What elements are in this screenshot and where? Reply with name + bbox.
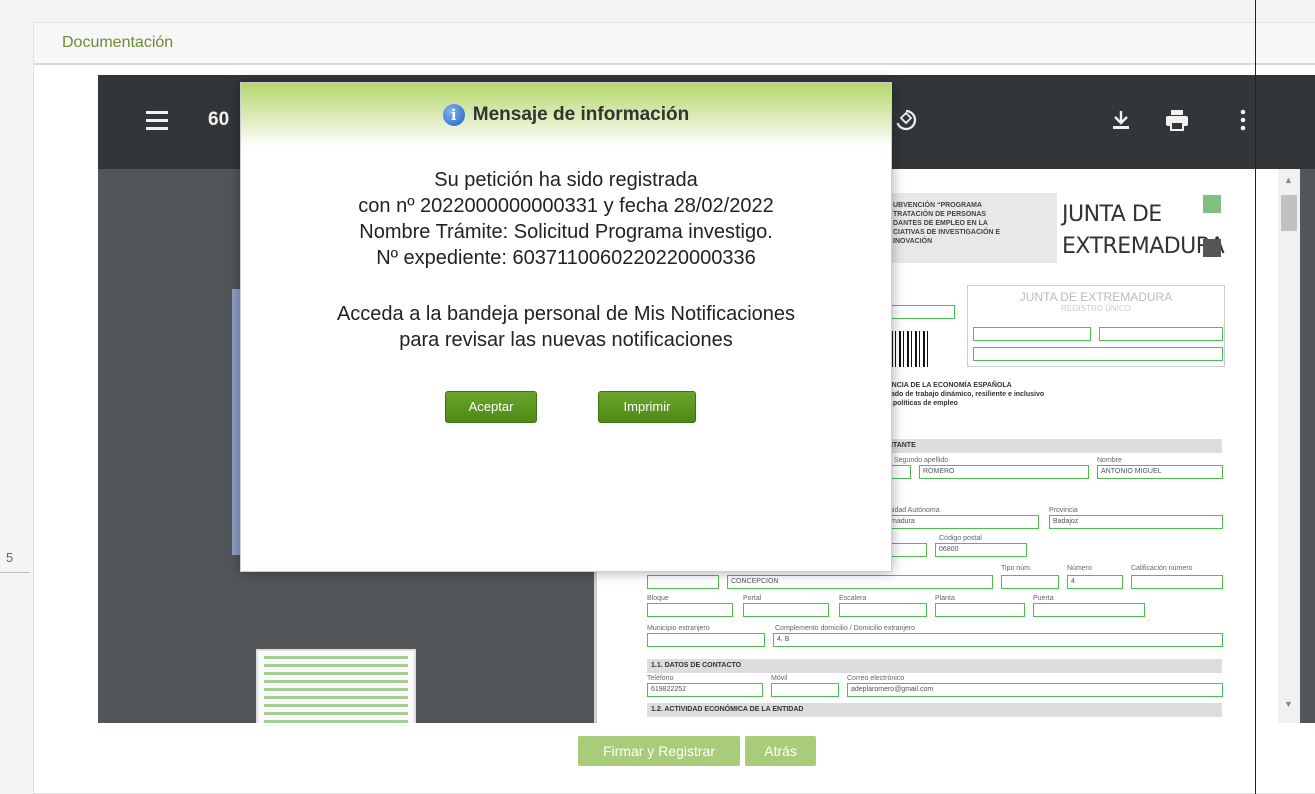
second-surname-field: ROMERO [919, 465, 1089, 479]
name-field: ANTONIO MIGUEL [1097, 465, 1223, 479]
field-label: Portal [743, 595, 762, 602]
form-field [647, 575, 719, 589]
panel-title: Documentación [62, 34, 174, 51]
junta-logo: JUNTA DE EXTREMADURA [1062, 199, 1225, 263]
field-label: Provincia [1049, 507, 1078, 514]
dialog-header: i Mensaje de información [241, 83, 891, 147]
field-label: Puerta [1033, 595, 1054, 602]
registry-field [973, 347, 1223, 361]
field-label: Bloque [647, 595, 669, 602]
section-solicitante: ITANTE [887, 439, 1222, 453]
header-line: DANTES DE EMPLEO EN LA [893, 220, 988, 227]
print-button[interactable]: Imprimir [598, 391, 696, 423]
field-label: Escalera [839, 595, 867, 602]
form-field [935, 603, 1025, 617]
field-label: Complemento domicilio / Domicilio extran… [775, 625, 916, 632]
economy-line: cado de trabajo dinámico, resiliente e i… [887, 391, 1045, 398]
phone-field: 619822252 [647, 683, 763, 697]
economy-text: ENCIA DE LA ECONOMÍA ESPAÑOLA cado de tr… [887, 381, 1044, 408]
rotate-icon[interactable] [893, 107, 919, 137]
thumbnail-page[interactable] [256, 649, 416, 723]
form-field [1033, 603, 1145, 617]
menu-icon[interactable] [144, 109, 170, 135]
field-label: Móvil [771, 675, 788, 682]
more-vert-icon[interactable] [1239, 109, 1247, 135]
scroll-up-icon[interactable]: ▲ [1284, 175, 1293, 185]
section-actividad: 1.2. ACTIVIDAD ECONÓMICA DE LA ENTIDAD [647, 703, 1222, 717]
registry-subtitle: REGISTRO ÚNICO [1061, 304, 1131, 313]
back-button[interactable]: Atrás [745, 736, 816, 766]
form-field [647, 633, 765, 647]
registry-field [1099, 327, 1223, 341]
print-icon[interactable] [1165, 109, 1189, 135]
mobile-field [771, 683, 839, 697]
field-label: Correo electrónico [847, 675, 905, 682]
field-label: Calificación número [1131, 565, 1193, 572]
field-label: Código postal [939, 535, 982, 542]
form-field [839, 603, 927, 617]
number-field: 4 [1067, 575, 1123, 589]
left-edge-mark: 5 [6, 550, 14, 565]
logo-line-2: EXTREMADURA [1062, 234, 1225, 259]
dialog-message-line: Acceda a la bandeja personal de Mis Noti… [336, 303, 796, 325]
dialog-message-line: para revisar las nuevas notificaciones [399, 329, 733, 351]
header-line: TRATACIÓN DE PERSONAS [893, 211, 987, 218]
email-field: adeplaromero@gmail.com [847, 683, 1223, 697]
dialog-message-line: Nombre Trámite: Solicitud Programa inves… [359, 221, 773, 243]
barcode [891, 331, 931, 367]
page: 5 Documentación 60 UBVENCIÓN “PROGRAMA T… [0, 0, 1315, 794]
form-field [887, 543, 927, 557]
logo-line-1: JUNTA DE [1062, 202, 1162, 227]
document-header-box: UBVENCIÓN “PROGRAMA TRATACIÓN DE PERSONA… [887, 193, 1057, 263]
field-label: Nombre [1097, 457, 1122, 464]
panel-header: Documentación [34, 23, 1315, 65]
dialog-message-line: Su petición ha sido registrada [434, 169, 698, 191]
download-icon[interactable] [1110, 109, 1132, 135]
form-field [647, 603, 733, 617]
form-field [887, 305, 955, 319]
header-line: CIATIVAS DE INVESTIGACIÓN E [893, 229, 1001, 236]
info-dialog: i Mensaje de información Su petición ha … [240, 82, 892, 572]
registry-field [973, 327, 1091, 341]
dialog-message-line: Nº expediente: 6037110060220220000336 [376, 247, 756, 269]
address-complement-field: 4, B [773, 633, 1223, 647]
section-contacto: 1.1. DATOS DE CONTACTO [647, 659, 1222, 673]
dialog-buttons: Aceptar Imprimir [241, 391, 891, 423]
logo-green-square [1203, 195, 1221, 213]
field-label: Teléfono [647, 675, 674, 682]
document-scrollbar[interactable]: ▲ ▼ [1278, 169, 1300, 723]
field-label: Número [1067, 565, 1092, 572]
info-icon: i [442, 104, 465, 126]
dialog-title: Mensaje de información [472, 104, 690, 125]
field-label: Segundo apellido [894, 457, 949, 464]
region-field: madura [887, 515, 1039, 529]
logo-gray-square [1203, 239, 1221, 257]
header-line: UBVENCIÓN “PROGRAMA [893, 202, 983, 209]
economy-line: y políticas de empleo [887, 400, 958, 407]
form-field [1131, 575, 1223, 589]
province-field: Badajoz [1049, 515, 1223, 529]
economy-line: ENCIA DE LA ECONOMÍA ESPAÑOLA [887, 382, 1012, 389]
registry-title: JUNTA DE EXTREMADURA [1019, 290, 1173, 304]
street-field: CONCEPCION [727, 575, 993, 589]
left-edge-divider [0, 572, 30, 573]
form-field [1001, 575, 1059, 589]
sign-and-register-button[interactable]: Firmar y Registrar [578, 736, 740, 766]
form-field [743, 603, 829, 617]
accept-button[interactable]: Aceptar [445, 391, 537, 423]
dialog-message-line: con nº 2022000000000331 y fecha 28/02/20… [358, 195, 774, 217]
dialog-body: Su petición ha sido registrada con nº 20… [241, 147, 891, 353]
page-divider [1255, 0, 1256, 794]
scrollbar-thumb[interactable] [1281, 195, 1297, 231]
field-label: Tipo núm. [1001, 565, 1032, 572]
document-title: 60 [208, 109, 230, 130]
scroll-down-icon[interactable]: ▼ [1284, 699, 1293, 709]
postal-code-field: 06800 [935, 543, 1027, 557]
header-line: INOVACIÓN [893, 238, 933, 245]
field-label: nidad Autónoma [889, 507, 940, 514]
field-label: Planta [935, 595, 955, 602]
field-label: Municipio extranjero [647, 625, 710, 632]
